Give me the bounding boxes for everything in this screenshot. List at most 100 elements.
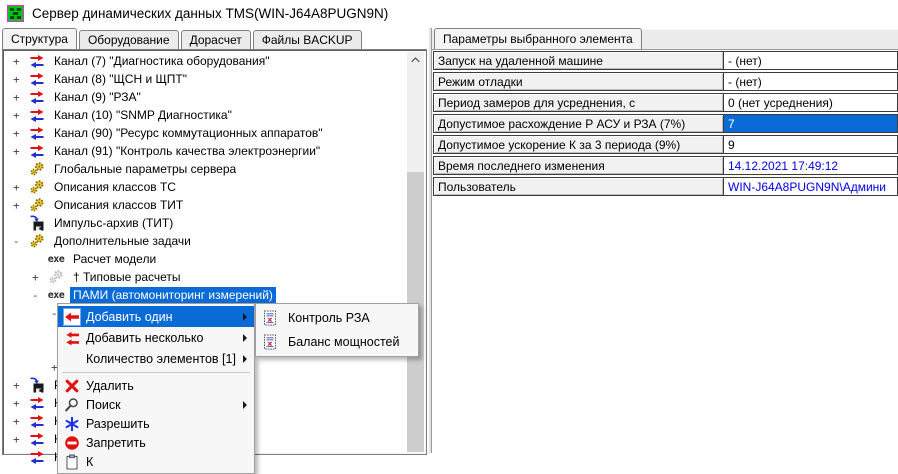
tab-parameters[interactable]: Параметры выбранного элемента [434, 28, 642, 49]
menu-item-add-many[interactable]: Добавить несколько [58, 327, 254, 348]
tree-item[interactable]: Глобальные параметры сервера [5, 160, 406, 178]
tree-item-label: Канал (7) "Диагностика оборудования" [51, 53, 273, 69]
tree-item-label: Глобальные параметры сервера [51, 161, 239, 177]
param-label: Время последнего изменения [433, 156, 724, 175]
chevron-up-icon [411, 57, 420, 63]
tree-scrollbar[interactable] [407, 52, 424, 452]
menu-item-copy-partial[interactable]: К [58, 452, 254, 471]
menu-item-delete[interactable]: Удалить [58, 376, 254, 395]
tree-item[interactable]: + Канал (91) "Контроль качества электроэ… [5, 142, 406, 160]
window-title: Сервер динамических данных TMS(WIN-J64A8… [32, 6, 388, 21]
submenu-arrow-icon [243, 313, 247, 321]
tree-item-label: Канал (8) "ЩСН и ЩПТ" [51, 71, 190, 87]
expand-toggle[interactable]: + [13, 145, 29, 158]
channel-icon [29, 449, 45, 465]
tree-item-label: Дополнительные задачи [51, 233, 194, 249]
param-value[interactable]: 7 [724, 114, 898, 133]
expand-toggle[interactable]: + [13, 433, 29, 446]
param-row-debug-mode: Режим отладки- (нет) [433, 72, 898, 93]
tree-item-label: Канал (10) "SNMP Диагностика" [51, 107, 235, 123]
channel-icon [29, 89, 45, 105]
tree-item[interactable]: Импульс-архив (ТИТ) [5, 214, 406, 232]
tree-item[interactable]: exeРасчет модели [5, 250, 406, 268]
tree-item[interactable]: + Канал (90) "Ресурс коммутационных аппа… [5, 124, 406, 142]
gears-icon [29, 161, 45, 177]
param-row-averaging-period: Период замеров для усреднения, с0 (нет у… [433, 93, 898, 114]
floppy-icon [29, 215, 45, 231]
channel-icon [29, 107, 45, 123]
param-value[interactable]: 14.12.2021 17:49:12 [724, 156, 898, 175]
tree-item[interactable]: + Канал (9) "РЗА" [5, 88, 406, 106]
menu-item-add-one[interactable]: Добавить один [58, 306, 254, 327]
window-header: Сервер динамических данных TMS(WIN-J64A8… [7, 3, 388, 23]
menu-item-element-count[interactable]: Количество элементов [1] [58, 348, 254, 369]
menu-item-allow[interactable]: Разрешить [58, 414, 254, 433]
menu-item-search[interactable]: Поиск [58, 395, 254, 414]
tab-recalculation[interactable]: Дорасчет [181, 30, 251, 49]
report-icon [261, 333, 279, 351]
tree-item-label: Канал (9) "РЗА" [51, 89, 144, 105]
tree-item-label: Описания классов ТС [51, 179, 179, 195]
menu-item-label: Запретить [86, 436, 146, 450]
expand-toggle[interactable]: + [13, 397, 29, 410]
menu-item-deny[interactable]: Запретить [58, 433, 254, 452]
menu-item-label: К [86, 455, 93, 469]
tree-item-label: Канал (90) "Ресурс коммутационных аппара… [51, 125, 326, 141]
menu-item-label: Добавить один [86, 310, 173, 324]
tree-item[interactable]: + Описания классов ТС [5, 178, 406, 196]
expand-toggle[interactable]: - [13, 235, 29, 248]
expand-toggle[interactable]: + [13, 109, 29, 122]
param-value[interactable]: - (нет) [724, 51, 898, 70]
right-tabbar: Параметры выбранного элемента [432, 28, 898, 49]
param-value[interactable]: 0 (нет усреднения) [724, 93, 898, 112]
expand-toggle[interactable]: + [13, 199, 29, 212]
menu-item-label: Количество элементов [1] [86, 352, 236, 366]
tree-item[interactable]: -exeПАМИ (автомониторинг измерений) [5, 286, 406, 304]
param-row-last-modified: Время последнего изменения14.12.2021 17:… [433, 156, 898, 177]
submenu-item-control-rza[interactable]: Контроль РЗА [256, 306, 418, 330]
report-icon [261, 309, 279, 327]
expand-toggle[interactable]: + [13, 55, 29, 68]
tree-item[interactable]: + Канал (8) "ЩСН и ЩПТ" [5, 70, 406, 88]
expand-toggle[interactable]: + [13, 181, 29, 194]
tree-item-label: † Типовые расчеты [70, 269, 184, 285]
channel-icon [29, 413, 45, 429]
menu-item-label: Удалить [86, 379, 134, 393]
menu-separator [62, 372, 250, 373]
expand-toggle[interactable]: + [13, 415, 29, 428]
channel-icon [29, 431, 45, 447]
param-value[interactable]: - (нет) [724, 72, 898, 91]
expand-toggle[interactable]: + [13, 379, 29, 392]
param-row-remote-launch: Запуск на удаленной машине- (нет) [433, 51, 898, 72]
menu-item-label: Разрешить [86, 417, 150, 431]
tab-structure[interactable]: Структура [2, 28, 77, 49]
expand-toggle[interactable]: + [13, 127, 29, 140]
scroll-up-button[interactable] [407, 52, 424, 68]
param-value[interactable]: WIN-J64A8PUGN9N\Админи [724, 177, 898, 196]
param-label: Допустимое расхождение Р АСУ и РЗА (7%) [433, 114, 724, 133]
expand-toggle[interactable]: + [13, 73, 29, 86]
expand-toggle[interactable]: + [13, 91, 29, 104]
expand-toggle[interactable]: + [32, 271, 48, 284]
tree-item[interactable]: + † Типовые расчеты [5, 268, 406, 286]
param-label: Режим отладки [433, 72, 724, 91]
channel-icon [29, 71, 45, 87]
tab-backup-files[interactable]: Файлы BACKUP [253, 30, 362, 49]
param-row-k-acceleration: Допустимое ускорение К за 3 периода (9%)… [433, 135, 898, 156]
param-label: Запуск на удаленной машине [433, 51, 724, 70]
param-value[interactable]: 9 [724, 135, 898, 154]
expand-toggle[interactable]: - [32, 289, 48, 302]
tree-item[interactable]: + Канал (10) "SNMP Диагностика" [5, 106, 406, 124]
tree-item-label: Расчет модели [70, 251, 159, 267]
tree-item[interactable]: + Канал (7) "Диагностика оборудования" [5, 52, 406, 70]
gears-icon [29, 197, 45, 213]
submenu-item-power-balance[interactable]: Баланс мощностей [256, 330, 418, 354]
tree-item[interactable]: - Дополнительные задачи [5, 232, 406, 250]
gears-icon [29, 179, 45, 195]
param-label: Допустимое ускорение К за 3 периода (9%) [433, 135, 724, 154]
submenu: Контроль РЗА Баланс мощностей [255, 303, 419, 357]
tree-item[interactable]: + Описания классов ТИТ [5, 196, 406, 214]
tab-equipment[interactable]: Оборудование [79, 30, 179, 49]
channel-icon [29, 53, 45, 69]
channel-icon [29, 143, 45, 159]
